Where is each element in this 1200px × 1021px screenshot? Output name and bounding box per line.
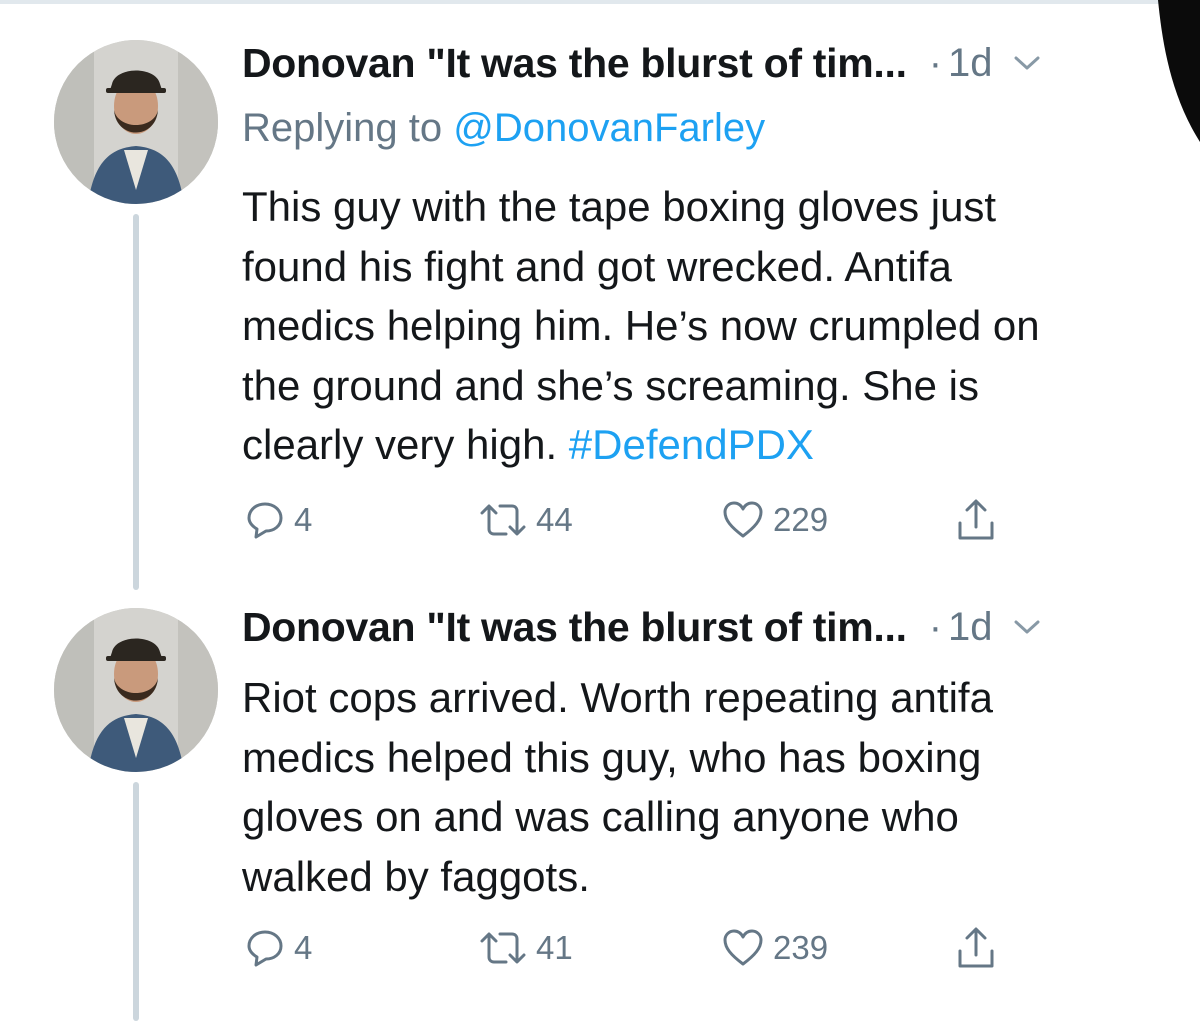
tweet-text-line: found his fight and got wrecked. Antifa xyxy=(242,242,952,290)
display-name[interactable]: Donovan "It was the blurst of tim... xyxy=(242,40,907,87)
timestamp[interactable]: 1d xyxy=(948,605,993,650)
retweet-button[interactable]: 44 xyxy=(478,495,573,545)
like-button[interactable]: 239 xyxy=(721,923,828,973)
reply-button[interactable]: 4 xyxy=(244,923,312,973)
replying-handle-link[interactable]: @DonovanFarley xyxy=(453,106,765,150)
reply-count: 4 xyxy=(294,929,313,966)
like-count: 229 xyxy=(773,501,829,538)
tweet-1[interactable]: Donovan "It was the blurst of tim... · 1… xyxy=(0,0,1200,590)
share-icon xyxy=(958,499,994,540)
share-button[interactable] xyxy=(954,923,998,973)
tweet-text-line: Riot cops arrived. Worth repeating antif… xyxy=(242,674,993,721)
display-name[interactable]: Donovan "It was the blurst of tim... xyxy=(242,604,907,651)
tweet-2[interactable]: Donovan "It was the blurst of tim... · 1… xyxy=(0,590,1200,1021)
hashtag-link[interactable]: #DefendPDX xyxy=(569,421,814,468)
action-bar: 4 44 229 xyxy=(242,495,1042,545)
tweet-text: This guy with the tape boxing gloves jus… xyxy=(242,177,1162,475)
retweet-icon xyxy=(480,932,526,964)
tweet-text-line: medics helped this guy, who has boxing xyxy=(242,733,982,781)
reply-button[interactable]: 4 xyxy=(244,495,312,545)
separator-dot: · xyxy=(928,40,943,85)
share-button[interactable] xyxy=(954,495,998,545)
tweet-text-fragment: clearly very high. xyxy=(242,421,558,468)
retweet-icon xyxy=(480,504,526,536)
retweet-count: 44 xyxy=(536,501,573,538)
avatar[interactable] xyxy=(54,608,218,772)
share-icon xyxy=(958,927,994,968)
tweet-text-line: walked by faggots. xyxy=(242,852,590,900)
thread-line xyxy=(133,782,139,1021)
tweet-header: Donovan "It was the blurst of tim... · 1… xyxy=(242,600,1150,654)
reply-count: 4 xyxy=(294,501,313,538)
chevron-down-icon[interactable] xyxy=(1013,617,1041,637)
reply-icon xyxy=(247,502,283,539)
chevron-down-icon[interactable] xyxy=(1013,53,1041,73)
avatar-photo-icon xyxy=(54,40,218,204)
tweet-text: Riot cops arrived. Worth repeating antif… xyxy=(242,668,1162,906)
like-count: 239 xyxy=(773,929,829,966)
retweet-button[interactable]: 41 xyxy=(478,923,573,973)
tweet-text-line: gloves on and was calling anyone who xyxy=(242,793,959,840)
replying-label: Replying to xyxy=(242,106,443,150)
reply-icon xyxy=(247,930,283,967)
avatar-photo-icon xyxy=(54,608,218,772)
heart-icon xyxy=(723,929,763,966)
avatar[interactable] xyxy=(54,40,218,204)
timestamp[interactable]: 1d xyxy=(948,41,993,86)
retweet-count: 41 xyxy=(536,929,573,966)
heart-icon xyxy=(723,501,763,538)
like-button[interactable]: 229 xyxy=(721,495,828,545)
tweet-text-line: This guy with the tape boxing gloves jus… xyxy=(242,183,997,230)
tweet-text-line: the ground and she’s screaming. She is xyxy=(242,361,980,409)
action-bar: 4 41 239 xyxy=(242,923,1042,973)
tweet-text-line-last: clearly very high. #DefendPDX xyxy=(242,415,1162,475)
separator-dot: · xyxy=(928,604,943,649)
replying-to: Replying to @DonovanFarley xyxy=(242,106,765,151)
tweet-header: Donovan "It was the blurst of tim... · 1… xyxy=(242,36,1150,90)
thread-line xyxy=(133,214,139,590)
tweet-text-line: medics helping him. He’s now crumpled on xyxy=(242,302,1040,349)
